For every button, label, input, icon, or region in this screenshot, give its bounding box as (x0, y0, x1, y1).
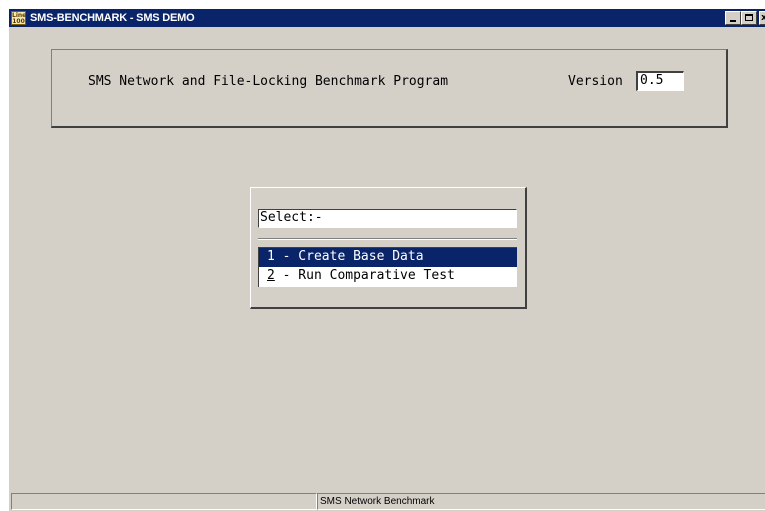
menu-item-run-comparative-test[interactable]: 2 - Run Comparative Test (259, 267, 517, 286)
maximize-button[interactable] (741, 11, 757, 25)
menu-item-key: 2 (267, 268, 275, 283)
menu-divider (258, 238, 517, 240)
select-input[interactable]: Select:- (258, 209, 517, 228)
minimize-icon (730, 20, 736, 22)
maximize-icon (745, 14, 753, 21)
menu-item-create-base-data[interactable]: 1 - Create Base Data (259, 248, 517, 267)
version-field[interactable]: 0.5 (636, 71, 684, 91)
window-title: SMS-BENCHMARK - SMS DEMO (30, 12, 195, 24)
app-window: Line100 SMS-BENCHMARK - SMS DEMO x SMS N… (8, 8, 765, 511)
main-menu-panel: Select:- 1 - Create Base Data 2 - Run Co… (250, 187, 527, 309)
program-title: SMS Network and File-Locking Benchmark P… (88, 74, 449, 89)
status-pane-center: SMS Network Benchmark (317, 493, 765, 510)
app-icon[interactable]: Line 100 (11, 11, 26, 25)
status-bar: SMS Network Benchmark (9, 491, 765, 511)
menu-item-label: - Create Base Data (274, 249, 424, 264)
menu-item-key: 1 (267, 249, 275, 264)
minimize-button[interactable] (725, 11, 741, 25)
menu-list: 1 - Create Base Data 2 - Run Comparative… (258, 247, 517, 287)
version-label: Version (568, 74, 623, 89)
menu-item-label: - Run Comparative Test (274, 268, 455, 283)
header-panel: SMS Network and File-Locking Benchmark P… (51, 49, 728, 128)
close-icon: x (761, 13, 765, 23)
status-pane-left (11, 493, 317, 510)
close-button[interactable]: x (759, 11, 765, 25)
title-bar[interactable]: Line100 SMS-BENCHMARK - SMS DEMO x (9, 9, 765, 27)
